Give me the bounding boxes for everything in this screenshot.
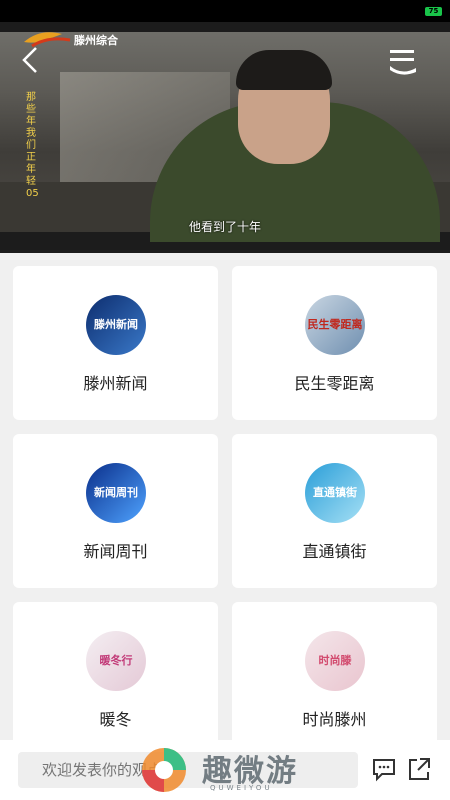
program-logo: 时尚滕 bbox=[305, 631, 365, 691]
program-label: 时尚滕州 bbox=[302, 710, 367, 729]
program-card-minsheng[interactable]: 民生零距离 民生零距离 bbox=[232, 266, 437, 420]
drama-title-overlay: 那些年我们正年轻05 bbox=[26, 92, 39, 199]
comment-input[interactable] bbox=[18, 752, 358, 788]
video-frame: 那些年我们正年轻05 bbox=[0, 32, 450, 242]
program-label: 直通镇街 bbox=[302, 542, 367, 561]
video-player[interactable]: 那些年我们正年轻05 滕州综合 他看到了十年 bbox=[0, 22, 450, 253]
back-icon[interactable] bbox=[18, 44, 46, 76]
share-icon[interactable] bbox=[407, 756, 431, 782]
menu-icon[interactable] bbox=[386, 46, 420, 76]
program-card-warm-winter[interactable]: 暖冬行 暖冬 bbox=[13, 602, 218, 756]
program-label: 滕州新闻 bbox=[83, 374, 148, 393]
video-subtitle: 他看到了十年 bbox=[188, 220, 261, 234]
program-card-town-street[interactable]: 直通镇街 直通镇街 bbox=[232, 434, 437, 588]
program-label: 民生零距离 bbox=[294, 374, 375, 393]
program-card-tengzhou-news[interactable]: 滕州新闻 滕州新闻 bbox=[13, 266, 218, 420]
program-logo: 直通镇街 bbox=[305, 463, 365, 523]
program-logo: 滕州新闻 bbox=[86, 295, 146, 355]
channel-name: 滕州综合 bbox=[74, 34, 118, 47]
program-card-news-weekly[interactable]: 新闻周刊 新闻周刊 bbox=[13, 434, 218, 588]
comment-bar bbox=[0, 740, 450, 800]
battery-icon: 75 bbox=[425, 7, 442, 16]
program-logo: 新闻周刊 bbox=[86, 463, 146, 523]
program-label: 暖冬 bbox=[99, 710, 132, 729]
program-logo: 民生零距离 bbox=[305, 295, 365, 355]
program-card-fashion-tengzhou[interactable]: 时尚滕 时尚滕州 bbox=[232, 602, 437, 756]
status-bar: 75 bbox=[0, 0, 450, 22]
program-label: 新闻周刊 bbox=[83, 542, 148, 561]
comment-icon[interactable] bbox=[372, 756, 396, 782]
program-logo: 暖冬行 bbox=[86, 631, 146, 691]
